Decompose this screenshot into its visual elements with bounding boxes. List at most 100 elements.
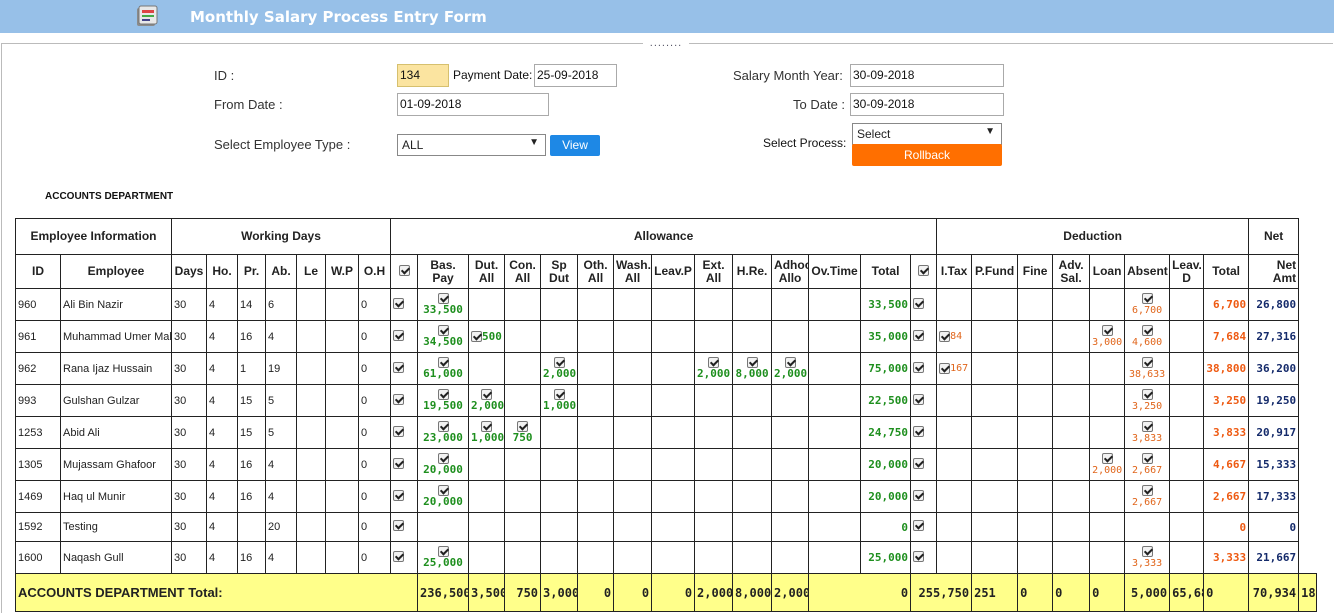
- cell-bas-pay[interactable]: 25,000: [417, 541, 470, 574]
- cell-absent[interactable]: 2,667: [1124, 448, 1171, 481]
- row-deduction-checkbox[interactable]: [910, 541, 938, 574]
- employee-type-select[interactable]: ALL ▼: [397, 134, 546, 156]
- cell-bas-pay[interactable]: 19,500: [417, 384, 470, 417]
- checkbox-icon[interactable]: [437, 421, 449, 432]
- checkbox-icon[interactable]: [1141, 484, 1153, 496]
- checkbox-icon[interactable]: [1141, 324, 1153, 336]
- cell-absent[interactable]: 38,633: [1124, 352, 1171, 385]
- checkbox-icon[interactable]: [1141, 420, 1153, 432]
- cell-loan[interactable]: 3,000: [1089, 320, 1126, 353]
- cell-loan[interactable]: 2,000: [1089, 448, 1126, 481]
- checkbox-icon[interactable]: [913, 393, 925, 405]
- cell-bas-pay[interactable]: 61,000: [417, 352, 470, 385]
- cell-sp-dut[interactable]: 2,000: [540, 352, 579, 385]
- cell-absent[interactable]: 6,700: [1124, 288, 1171, 321]
- cell-i-tax[interactable]: 84: [936, 320, 973, 353]
- cell-absent[interactable]: 3,833: [1124, 416, 1171, 449]
- cell-absent[interactable]: 3,333: [1124, 541, 1171, 574]
- checkbox-icon[interactable]: [437, 357, 449, 368]
- checkbox-icon[interactable]: [437, 453, 449, 464]
- checkbox-icon[interactable]: [708, 357, 720, 368]
- row-allowance-checkbox[interactable]: [390, 320, 419, 353]
- to-date-field[interactable]: 30-09-2018: [850, 93, 1004, 116]
- cell-bas-pay[interactable]: 34,500: [417, 320, 470, 353]
- checkbox-icon[interactable]: [471, 331, 483, 343]
- checkbox-icon[interactable]: [517, 421, 529, 432]
- row-allowance-checkbox[interactable]: [390, 541, 419, 574]
- checkbox-icon[interactable]: [1141, 452, 1153, 464]
- panel-resize-grip[interactable]: ........: [643, 38, 689, 49]
- checkbox-icon[interactable]: [393, 329, 405, 341]
- checkbox-icon[interactable]: [913, 520, 925, 531]
- checkbox-icon[interactable]: [437, 293, 449, 304]
- checkbox-icon[interactable]: [393, 489, 405, 501]
- checkbox-icon[interactable]: [1141, 356, 1153, 368]
- checkbox-icon[interactable]: [913, 297, 925, 309]
- checkbox-icon[interactable]: [784, 357, 796, 368]
- cell-absent[interactable]: 4,600: [1124, 320, 1171, 353]
- checkbox-icon[interactable]: [398, 264, 410, 276]
- checkbox-icon[interactable]: [553, 357, 565, 368]
- checkbox-icon[interactable]: [1101, 452, 1113, 464]
- checkbox-icon[interactable]: [481, 389, 493, 400]
- cell-h-re[interactable]: 8,000: [732, 352, 773, 385]
- checkbox-icon[interactable]: [1141, 388, 1153, 400]
- checkbox-icon[interactable]: [1101, 324, 1113, 336]
- cell-ext-all[interactable]: 2,000: [694, 352, 734, 385]
- checkbox-icon[interactable]: [393, 457, 405, 469]
- cell-bas-pay[interactable]: 33,500: [417, 288, 470, 321]
- row-deduction-checkbox[interactable]: [910, 416, 938, 449]
- checkbox-icon[interactable]: [918, 264, 930, 276]
- checkbox-icon[interactable]: [913, 329, 925, 341]
- payment-date-field[interactable]: 25-09-2018: [534, 64, 617, 87]
- row-allowance-checkbox[interactable]: [390, 352, 419, 385]
- checkbox-icon[interactable]: [553, 389, 565, 400]
- checkbox-icon[interactable]: [746, 357, 758, 368]
- checkbox-icon[interactable]: [939, 330, 951, 342]
- checkbox-icon[interactable]: [913, 361, 925, 373]
- from-date-field[interactable]: 01-09-2018: [397, 93, 549, 116]
- checkbox-icon[interactable]: [481, 421, 493, 432]
- deduction-select-all[interactable]: [910, 254, 938, 289]
- row-deduction-checkbox[interactable]: [910, 448, 938, 481]
- row-deduction-checkbox[interactable]: [910, 512, 938, 542]
- cell-dut-all[interactable]: 1,000: [468, 416, 506, 449]
- row-allowance-checkbox[interactable]: [390, 384, 419, 417]
- checkbox-icon[interactable]: [393, 520, 405, 531]
- cell-dut-all[interactable]: 2,000: [468, 384, 506, 417]
- cell-bas-pay[interactable]: 20,000: [417, 448, 470, 481]
- cell-bas-pay[interactable]: 23,000: [417, 416, 470, 449]
- row-deduction-checkbox[interactable]: [910, 480, 938, 513]
- checkbox-icon[interactable]: [437, 546, 449, 557]
- cell-con-all[interactable]: 750: [504, 416, 542, 449]
- checkbox-icon[interactable]: [913, 457, 925, 469]
- cell-absent[interactable]: 3,250: [1124, 384, 1171, 417]
- checkbox-icon[interactable]: [393, 550, 405, 562]
- row-deduction-checkbox[interactable]: [910, 384, 938, 417]
- checkbox-icon[interactable]: [393, 425, 405, 437]
- cell-sp-dut[interactable]: 1,000: [540, 384, 579, 417]
- row-deduction-checkbox[interactable]: [910, 288, 938, 321]
- checkbox-icon[interactable]: [393, 297, 405, 309]
- row-allowance-checkbox[interactable]: [390, 288, 419, 321]
- salary-month-year-field[interactable]: 30-09-2018: [850, 64, 1004, 87]
- row-deduction-checkbox[interactable]: [910, 320, 938, 353]
- id-field[interactable]: 134: [397, 64, 449, 87]
- row-allowance-checkbox[interactable]: [390, 480, 419, 513]
- row-allowance-checkbox[interactable]: [390, 416, 419, 449]
- checkbox-icon[interactable]: [1141, 292, 1153, 304]
- checkbox-icon[interactable]: [913, 489, 925, 501]
- row-allowance-checkbox[interactable]: [390, 448, 419, 481]
- checkbox-icon[interactable]: [913, 425, 925, 437]
- checkbox-icon[interactable]: [939, 362, 951, 374]
- cell-adhoc-allo[interactable]: 2,000: [771, 352, 810, 385]
- cell-dut-all[interactable]: 500: [468, 320, 506, 353]
- cell-bas-pay[interactable]: 20,000: [417, 480, 470, 513]
- checkbox-icon[interactable]: [393, 393, 405, 405]
- checkbox-icon[interactable]: [437, 485, 449, 496]
- rollback-button[interactable]: Rollback: [852, 144, 1002, 166]
- cell-i-tax[interactable]: 167: [936, 352, 973, 385]
- checkbox-icon[interactable]: [437, 389, 449, 400]
- row-deduction-checkbox[interactable]: [910, 352, 938, 385]
- row-allowance-checkbox[interactable]: [390, 512, 419, 542]
